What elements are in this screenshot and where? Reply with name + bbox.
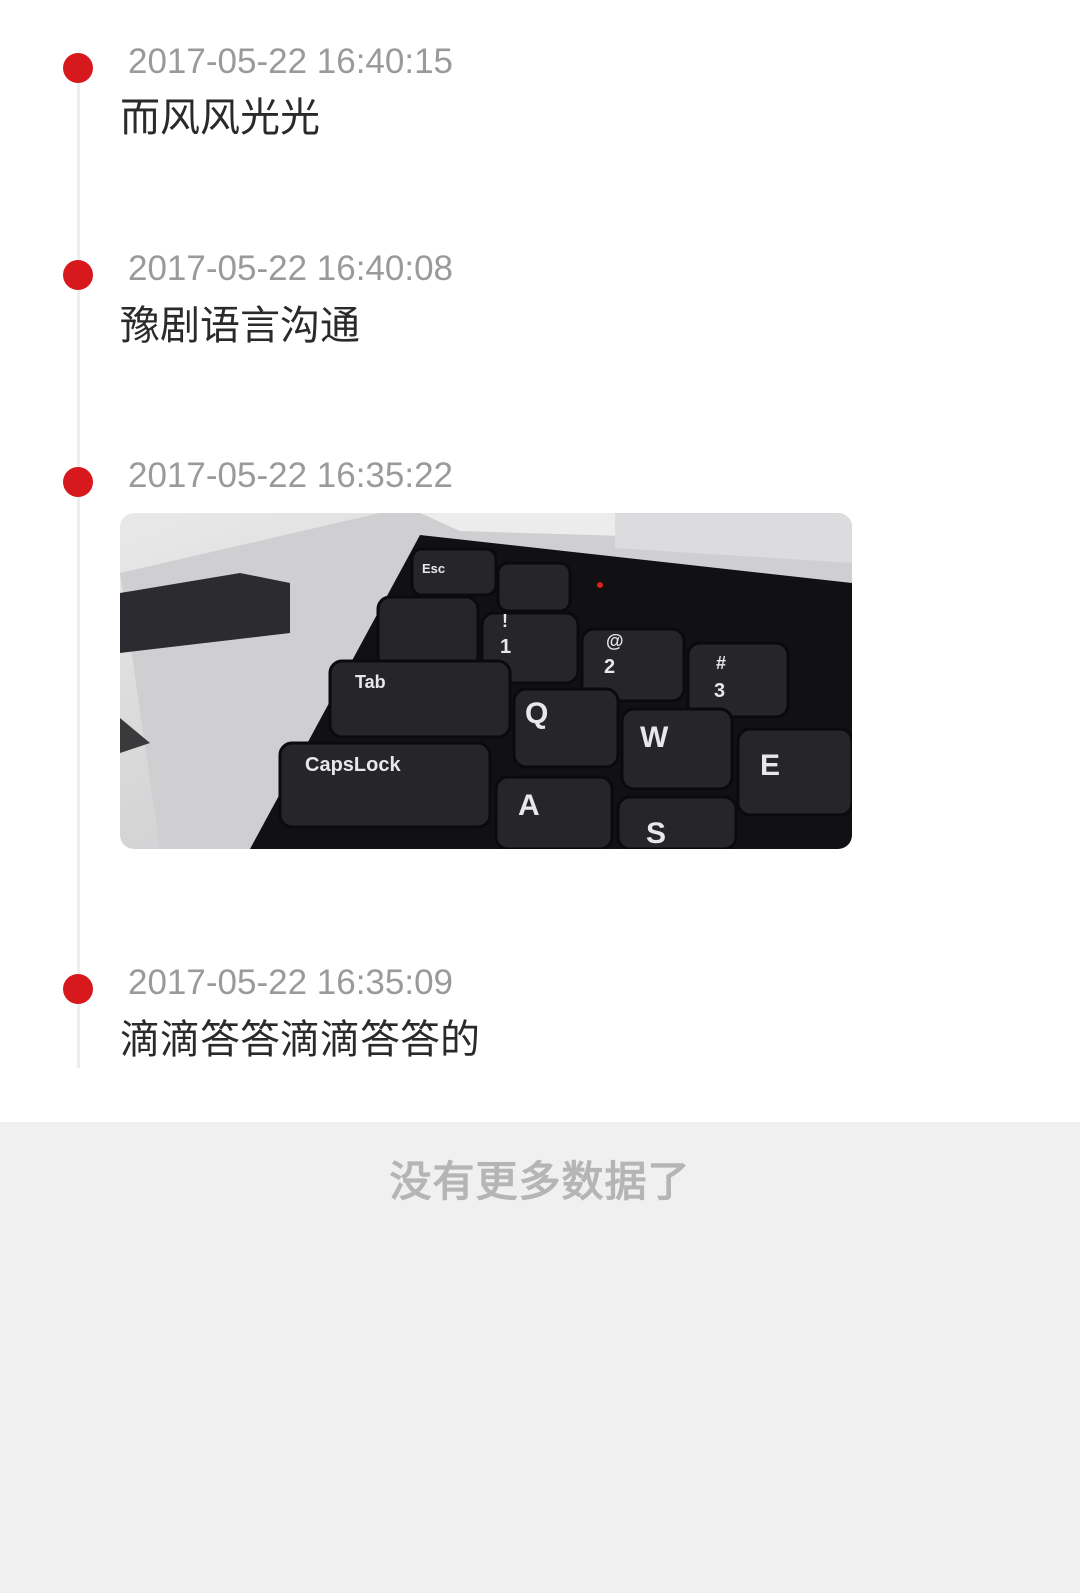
timeline-dot [63,260,93,290]
timeline-dot [63,974,93,1004]
key-one-label: 1 [500,636,511,658]
key-at-label: @ [606,631,624,651]
key-w-label: W [640,721,669,754]
entry-timestamp: 2017-05-22 16:40:15 [128,42,453,81]
key-q-label: Q [525,697,548,730]
key-a-label: A [518,789,540,822]
key-hash-label: # [716,653,726,673]
entry-timestamp: 2017-05-22 16:40:08 [128,249,453,288]
key-esc-label: Esc [422,561,445,576]
no-more-data-label: 没有更多数据了 [389,1157,691,1206]
key-capslock-label: CapsLock [305,754,401,776]
entry-timestamp: 2017-05-22 16:35:22 [128,456,453,495]
entry-timestamp: 2017-05-22 16:35:09 [128,963,453,1002]
keyboard-photo[interactable]: Esc Tab CapsLock Q W E A S ! 1 @ 2 # 3 [120,513,852,849]
key-e-label: E [760,749,780,782]
timeline-dot [63,467,93,497]
entry-text: 而风风光光 [120,95,320,141]
timeline: 2017-05-22 16:40:15 而风风光光 2017-05-22 16:… [0,0,1080,1122]
timeline-dot [63,53,93,83]
key-exclaim-label: ! [502,611,508,631]
key-s-label: S [646,817,666,849]
entry-text: 滴滴答答滴滴答答的 [120,1017,480,1063]
entry-text: 豫剧语言沟通 [120,303,360,349]
key-three-label: 3 [714,680,725,702]
key-tab-label: Tab [355,672,386,692]
list-footer: 没有更多数据了 [0,1122,1080,1593]
key-two-label: 2 [604,656,615,678]
timeline-line [77,68,80,1068]
